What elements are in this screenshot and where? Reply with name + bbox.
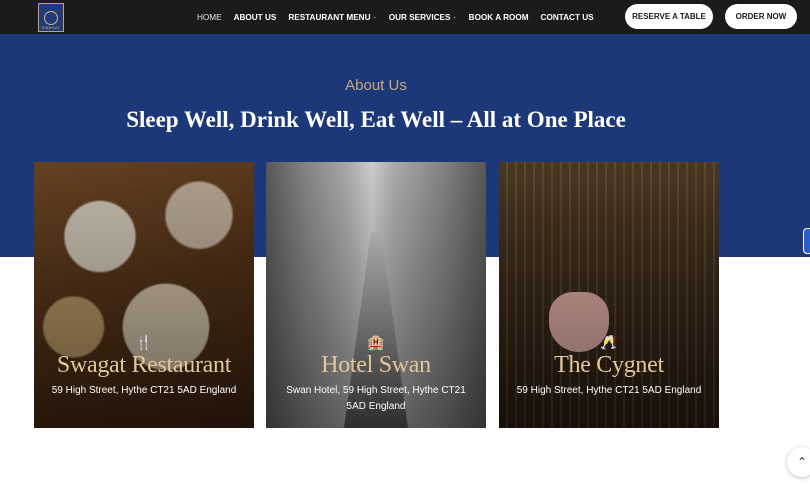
scroll-to-top-button[interactable]: ⌃: [787, 447, 810, 477]
side-floating-tab[interactable]: [803, 228, 810, 254]
logo-text: SWAGAT: [41, 25, 61, 30]
nav-item-about-us[interactable]: ABOUT US: [234, 13, 277, 22]
card-address: 59 High Street, Hythe CT21 5AD England: [516, 385, 702, 396]
nav-item-book-a-room[interactable]: BOOK A ROOM: [469, 13, 529, 22]
venue-card-restaurant[interactable]: 🍴 Swagat Restaurant 59 High Street, Hyth…: [34, 162, 254, 428]
nav-item-label: HOME: [197, 12, 222, 22]
top-navigation-bar: SWAGAT HOME ABOUT US RESTAURANT MENU ⌄ OU…: [0, 0, 810, 34]
nav-item-restaurant-menu[interactable]: RESTAURANT MENU ⌄: [288, 13, 376, 22]
site-logo[interactable]: SWAGAT: [38, 3, 64, 32]
card-title: Hotel Swan: [321, 352, 431, 378]
nav-item-label: CONTACT US: [540, 12, 594, 22]
hotel-icon: 🏨: [367, 334, 385, 350]
section-headline: Sleep Well, Drink Well, Eat Well – All a…: [126, 107, 626, 132]
nav-item-label: ABOUT US: [233, 12, 277, 22]
cheers-icon: 🥂: [600, 334, 618, 350]
venue-card-bar[interactable]: 🥂 The Cygnet 59 High Street, Hythe CT21 …: [499, 162, 719, 428]
order-now-button[interactable]: ORDER NOW: [725, 4, 797, 29]
nav-item-home[interactable]: HOME: [197, 13, 222, 22]
main-nav: HOME ABOUT US RESTAURANT MENU ⌄ OUR SERVI…: [197, 0, 606, 34]
chevron-up-icon: ⌃: [796, 455, 808, 469]
nav-item-label: BOOK A ROOM: [468, 12, 529, 22]
nav-item-our-services[interactable]: OUR SERVICES ⌄: [389, 13, 457, 22]
chevron-down-icon: ⌄: [372, 14, 377, 20]
nav-item-contact-us[interactable]: CONTACT US: [541, 13, 594, 22]
card-address: Swan Hotel, 59 High Street, Hythe CT21 5…: [286, 385, 466, 412]
venue-card-hotel[interactable]: 🏨 Hotel Swan Swan Hotel, 59 High Street,…: [266, 162, 486, 428]
reserve-table-button[interactable]: RESERVE A TABLE: [625, 4, 713, 29]
card-title: The Cygnet: [554, 352, 664, 378]
section-eyebrow: About Us: [345, 77, 407, 94]
chevron-down-icon: ⌄: [452, 14, 457, 20]
emblem-icon: [44, 10, 58, 25]
card-address: 59 High Street, Hythe CT21 5AD England: [51, 385, 237, 396]
nav-item-label: RESTAURANT MENU: [288, 12, 371, 22]
cutlery-icon: 🍴: [135, 334, 153, 350]
card-title: Swagat Restaurant: [56, 352, 232, 378]
nav-item-label: OUR SERVICES: [388, 12, 451, 22]
